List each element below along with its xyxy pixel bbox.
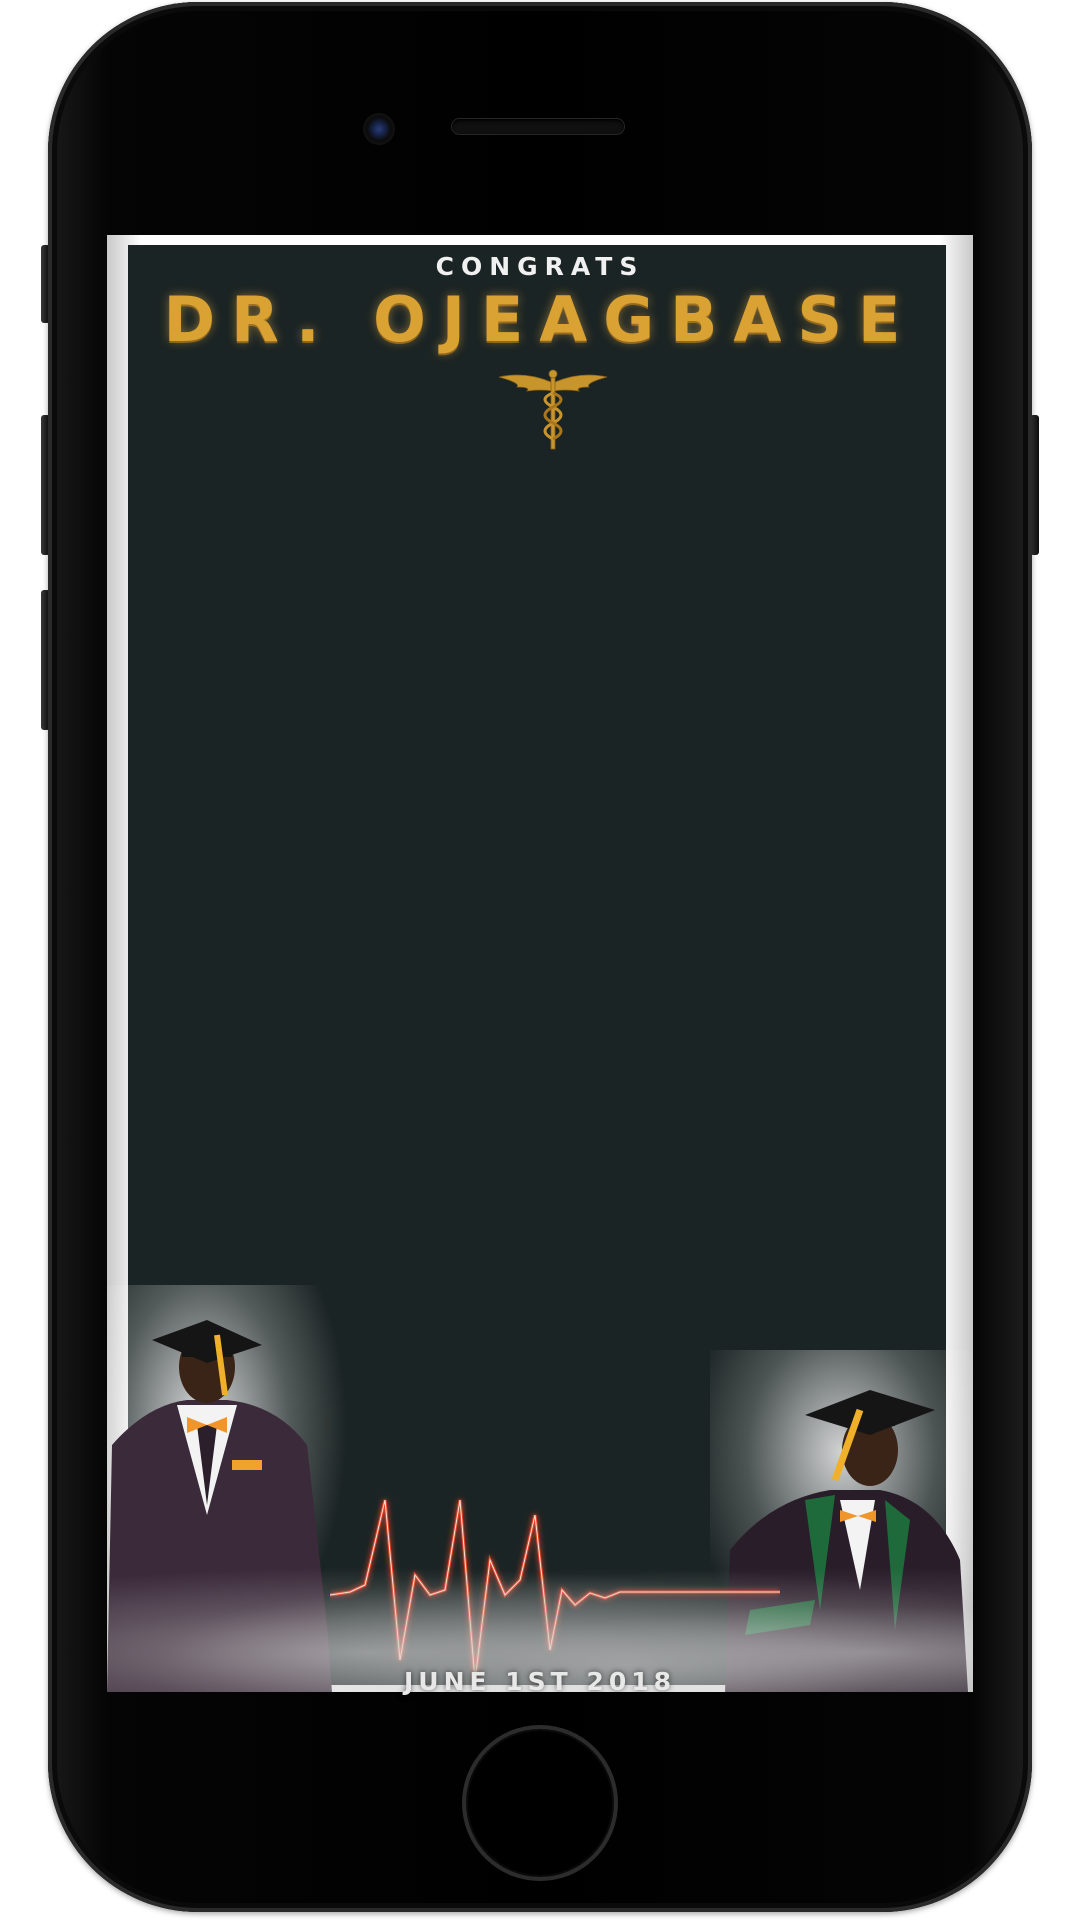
front-camera-icon [365,115,393,143]
mockup-stage: CONGRATS DR. OJEAGBASE JUNE 1ST 2018 [0,0,1080,1920]
congrats-text: CONGRATS [435,252,645,281]
graduate-photo-left [107,1285,347,1692]
doctor-name-title: DR. OJEAGBASE [163,283,917,356]
home-button-icon[interactable] [462,1725,618,1881]
graduation-date: JUNE 1ST 2018 [403,1667,677,1696]
earpiece-speaker-icon [452,119,624,134]
caduceus-icon [498,369,608,450]
